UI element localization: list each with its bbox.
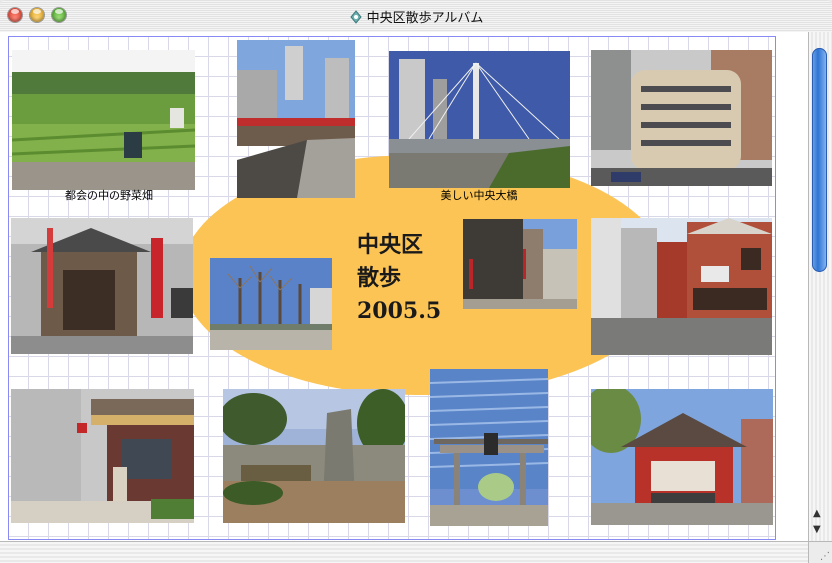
photo-river-bridge-red[interactable] (237, 40, 355, 198)
album-title-line-2: 散歩 (357, 265, 402, 291)
vertical-scroll-thumb[interactable] (812, 48, 827, 272)
album-title-line-1: 中央区 (357, 232, 424, 258)
photo-chuo-bridge[interactable] (389, 51, 570, 188)
document-content: 都会の中の野菜畑 美しい中央大橋 中央区 散歩 2005.5 (0, 32, 808, 541)
caption-chuo-bridge: 美しい中央大橋 (440, 189, 518, 202)
resize-grip[interactable]: ⋰ (808, 541, 832, 563)
window-title: 中央区散歩アルバム (0, 7, 832, 26)
photo-vegetable-field[interactable] (12, 50, 195, 190)
album-canvas[interactable]: 都会の中の野菜畑 美しい中央大橋 中央区 散歩 2005.5 (8, 36, 776, 540)
scroll-down-arrow-icon[interactable]: ▼ (813, 524, 821, 535)
photo-old-shop-street[interactable] (11, 389, 194, 523)
photo-city-street[interactable] (463, 219, 577, 309)
window-title-text: 中央区散歩アルバム (366, 11, 484, 26)
album-window: 中央区散歩アルバム 都会の中の野菜畑 美しい中央大橋 中央区 散歩 2005.5… (0, 0, 832, 563)
vertical-scrollbar[interactable]: ▲ ▼ (808, 32, 832, 541)
horizontal-scrollbar[interactable] (0, 541, 808, 563)
title-bar[interactable]: 中央区散歩アルバム (0, 0, 832, 33)
photo-shrine-street[interactable] (11, 218, 193, 354)
scroll-up-arrow-icon[interactable]: ▲ (813, 508, 821, 519)
photo-red-brick-corner[interactable] (591, 218, 772, 355)
document-icon (349, 10, 362, 24)
album-title-line-3: 2005.5 (357, 298, 442, 324)
album-title: 中央区 散歩 2005.5 (357, 229, 441, 328)
photo-park-trees[interactable] (210, 258, 332, 350)
photo-red-shrine[interactable] (591, 389, 773, 525)
photo-corner-building[interactable] (591, 50, 772, 186)
photo-stone-monument[interactable] (223, 389, 405, 523)
caption-vegetable-field: 都会の中の野菜畑 (65, 189, 153, 202)
resize-grip-icon: ⋰ (820, 551, 830, 562)
photo-torii-tower[interactable] (430, 369, 548, 526)
